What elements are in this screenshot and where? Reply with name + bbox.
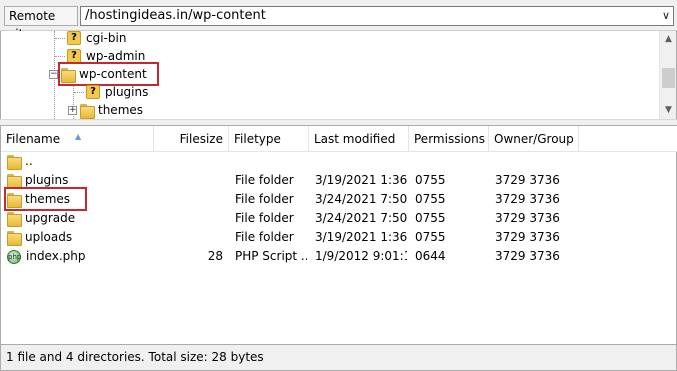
file-owner: 3729 3736 [495,192,560,206]
file-modified: 3/19/2021 1:36:... [315,173,407,187]
column-header-filename[interactable]: ▲ Filename [1,126,154,152]
table-row[interactable]: uploads File folder 3/19/2021 1:36:... 0… [1,228,677,247]
table-row[interactable]: upgrade File folder 3/24/2021 7:50:... 0… [1,209,677,228]
file-owner: 3729 3736 [495,211,560,225]
remote-site-bar: Remote site: /hostingideas.in/wp-content… [0,0,677,41]
tree-item-label: themes [98,103,144,117]
file-owner: 3729 3736 [495,230,560,244]
scroll-thumb[interactable] [662,68,675,88]
unknown-folder-icon: ? [67,31,81,45]
file-size [151,190,223,209]
folder-icon [7,155,22,170]
unknown-folder-icon: ? [67,49,81,63]
file-owner: 3729 3736 [495,173,560,187]
file-size: 28 [207,249,223,263]
file-permissions: 0755 [415,173,446,187]
file-type: File folder [235,230,294,244]
scroll-down-icon[interactable]: ▼ [660,102,676,119]
folder-icon [80,103,95,119]
file-modified: 3/24/2021 7:50:... [315,192,407,206]
file-modified: 3/24/2021 7:50:... [315,211,407,225]
remote-directory-tree[interactable]: ? cgi-bin ? wp-admin − wp-content ? plug… [0,31,677,119]
file-size [151,171,223,190]
table-row[interactable]: .. [1,152,677,171]
column-header-filesize[interactable]: Filesize [154,126,229,152]
file-name: .. [25,154,33,168]
table-row[interactable]: themes File folder 3/24/2021 7:50:... 07… [1,190,677,209]
file-permissions: 0755 [415,211,446,225]
expand-expander-icon[interactable]: + [68,105,77,115]
status-bar: 1 file and 4 directories. Total size: 28… [0,344,677,371]
column-header-filetype[interactable]: Filetype [229,126,309,152]
column-header-permissions[interactable]: Permissions [409,126,489,152]
file-name: index.php [26,249,86,263]
folder-icon [7,231,22,246]
file-modified: 3/19/2021 1:36:... [315,230,407,244]
tree-item-label: cgi-bin [86,31,127,45]
unknown-folder-icon: ? [86,85,100,99]
remote-file-list[interactable]: ▲ Filename Filesize Filetype Last modifi… [0,126,677,344]
tree-item-cgi-bin[interactable]: ? cgi-bin [55,31,126,47]
remote-path-input[interactable]: /hostingideas.in/wp-content ∨ [80,6,674,26]
sort-ascending-icon: ▲ [75,132,82,141]
file-type: PHP Script ... [235,249,307,263]
tree-scrollbar[interactable]: ▲ ▼ [659,31,676,119]
table-row[interactable]: php index.php 28 PHP Script ... 1/9/2012… [1,247,677,266]
folder-icon [7,212,22,227]
file-name: upgrade [25,211,76,225]
column-header-owner-group[interactable]: Owner/Group [489,126,579,152]
file-size [151,228,223,247]
tree-item-label: wp-admin [86,49,146,63]
table-row[interactable]: plugins File folder 3/19/2021 1:36:... 0… [1,171,677,190]
remote-site-label: Remote site: [4,6,78,41]
file-name: uploads [25,230,73,244]
pane-splitter[interactable] [0,119,677,126]
file-owner: 3729 3736 [495,249,560,263]
file-size [151,209,223,228]
tree-item-themes[interactable]: + themes [68,101,143,119]
status-text: 1 file and 4 directories. Total size: 28… [6,350,264,364]
file-permissions: 0755 [415,192,446,206]
file-type: File folder [235,192,294,206]
folder-icon [7,174,22,189]
file-list-header: ▲ Filename Filesize Filetype Last modifi… [1,126,677,152]
php-file-icon: php [7,249,21,264]
collapse-expander-icon[interactable]: − [49,69,58,79]
chevron-down-icon[interactable]: ∨ [662,7,670,25]
file-permissions: 0644 [415,249,446,263]
tree-item-plugins[interactable]: ? plugins [74,83,148,101]
column-header-last-modified[interactable]: Last modified [309,126,409,152]
file-type: File folder [235,173,294,187]
tree-item-label: plugins [105,85,149,99]
scroll-up-icon[interactable]: ▲ [660,31,676,48]
file-type: File folder [235,211,294,225]
remote-path-value: /hostingideas.in/wp-content [85,8,266,23]
highlight-box-themes [4,187,87,211]
file-permissions: 0755 [415,230,446,244]
file-modified: 1/9/2012 9:01:1... [315,249,407,263]
